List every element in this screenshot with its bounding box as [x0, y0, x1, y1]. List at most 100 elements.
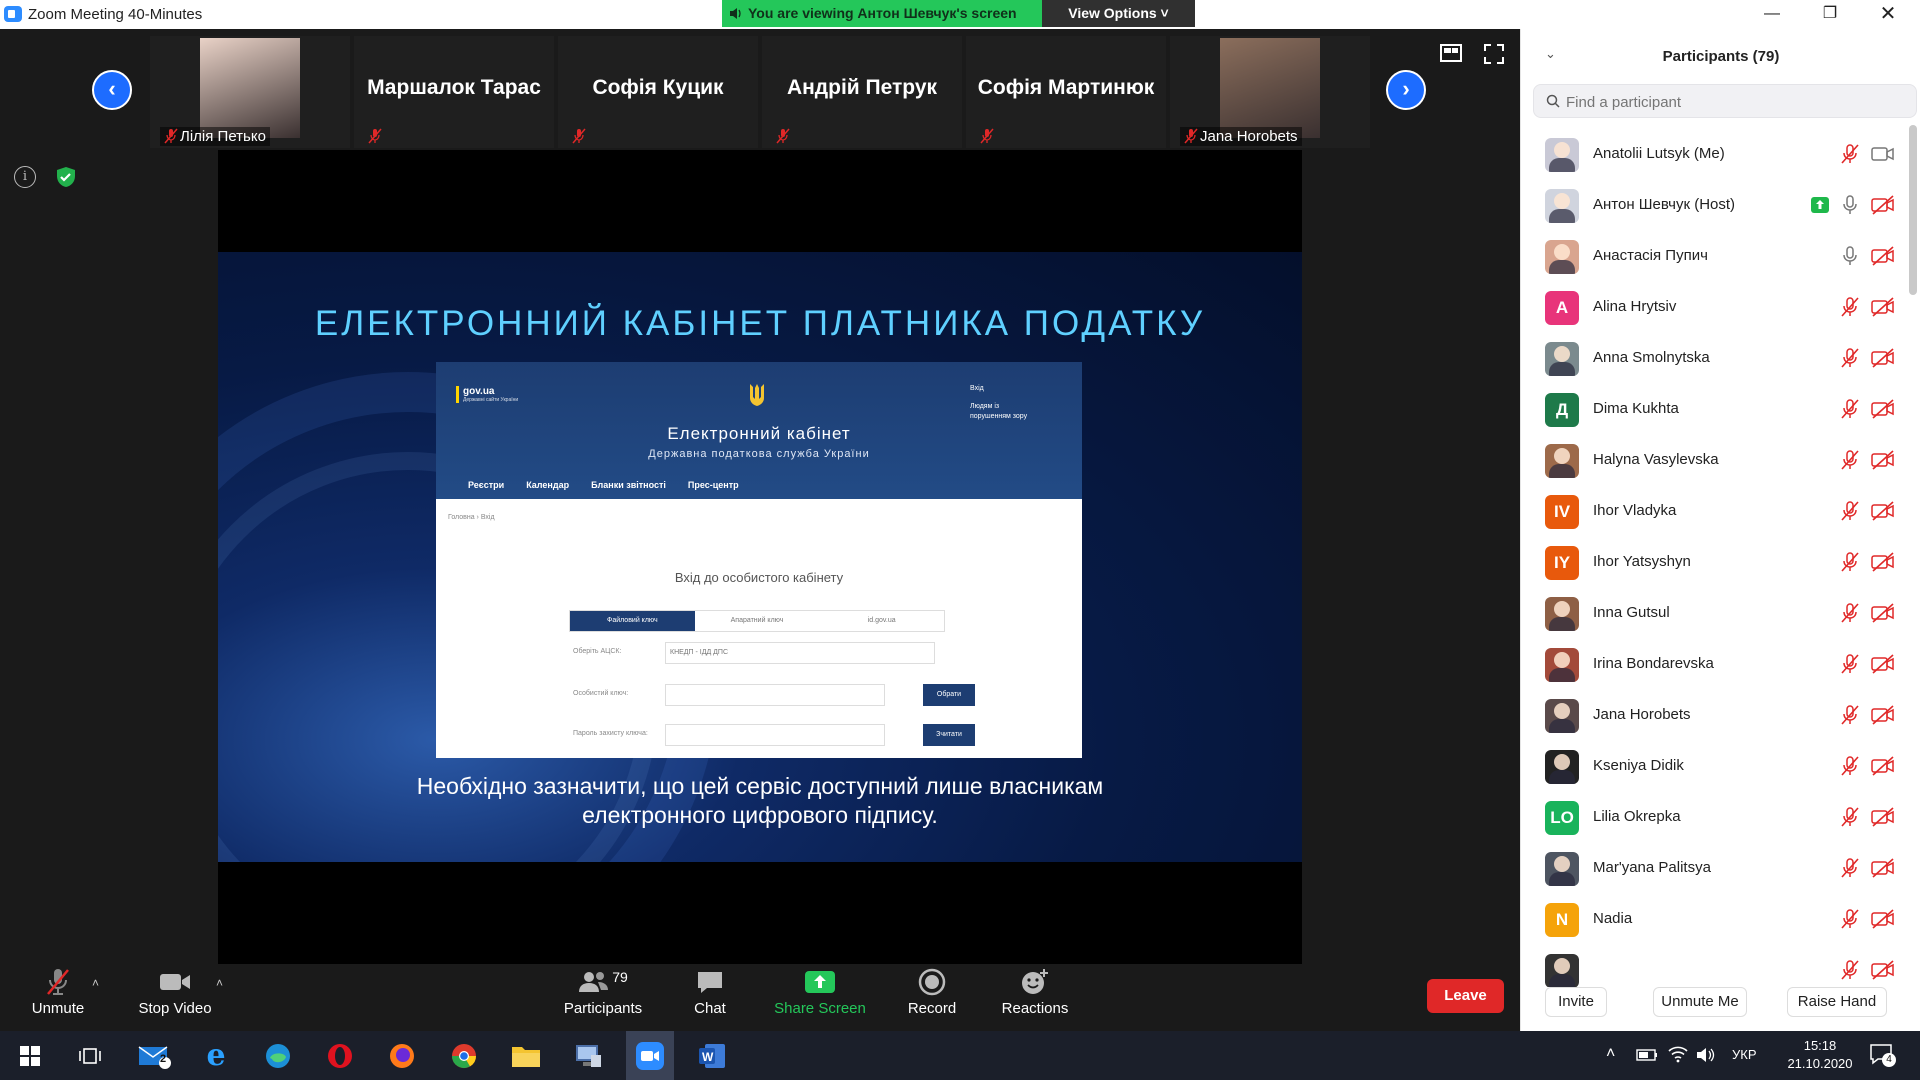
participant-row[interactable]: LO Lilia Okrepka: [1521, 792, 1911, 843]
close-button[interactable]: ✕: [1859, 0, 1917, 29]
gov-ua-logo: gov.ua Державні сайти України: [456, 386, 518, 403]
video-tile[interactable]: Jana Horobets: [1170, 36, 1370, 148]
stop-video-button[interactable]: Stop Video: [130, 966, 220, 1030]
participant-row[interactable]: IY Ihor Yatsyshyn: [1521, 537, 1911, 588]
participant-row[interactable]: Inna Gutsul: [1521, 588, 1911, 639]
unmute-me-button[interactable]: Unmute Me: [1653, 987, 1747, 1017]
participant-row[interactable]: A Alina Hrytsiv: [1521, 282, 1911, 333]
participant-row[interactable]: Halyna Vasylevska: [1521, 435, 1911, 486]
reactions-button[interactable]: Reactions: [990, 966, 1080, 1030]
participant-name: Kseniya Didik: [1593, 757, 1684, 774]
muted-mic-icon: [1839, 602, 1861, 624]
word-icon: W: [699, 1043, 725, 1068]
firefox-icon: [390, 1043, 414, 1068]
participant-search: [1533, 84, 1917, 118]
tile-name-label: Jana Horobets: [1180, 127, 1302, 146]
video-tile[interactable]: Софія Мартинюк: [966, 36, 1166, 148]
view-options-button[interactable]: View Options ˅: [1042, 0, 1195, 27]
gallery-next-button[interactable]: ›: [1386, 70, 1426, 110]
task-view-button[interactable]: [66, 1031, 114, 1080]
raise-hand-button[interactable]: Raise Hand: [1787, 987, 1887, 1017]
participant-row[interactable]: Anna Smolnytska: [1521, 333, 1911, 384]
participant-row[interactable]: Kseniya Didik: [1521, 741, 1911, 792]
trident-emblem-icon: [750, 384, 764, 406]
leave-button[interactable]: Leave: [1427, 979, 1504, 1013]
muted-mic-icon: [1839, 653, 1861, 675]
participant-avatar: [1545, 342, 1579, 376]
start-button[interactable]: [6, 1031, 54, 1080]
participant-row[interactable]: Irina Bondarevska: [1521, 639, 1911, 690]
video-tile[interactable]: Софія Куцик: [558, 36, 758, 148]
info-icon[interactable]: i: [14, 166, 36, 188]
gallery-prev-button[interactable]: ‹: [92, 70, 132, 110]
battery-icon[interactable]: [1636, 1048, 1658, 1062]
mail-app[interactable]: 2: [130, 1031, 178, 1080]
svg-text:W: W: [702, 1050, 714, 1064]
participant-row[interactable]: Анастасія Пупич: [1521, 231, 1911, 282]
muted-mic-icon: [47, 969, 69, 995]
chat-button[interactable]: Chat: [670, 966, 750, 1030]
muted-mic-icon: [1839, 398, 1861, 420]
participant-video: [1220, 38, 1320, 138]
restore-button[interactable]: ❐: [1801, 0, 1859, 29]
clock[interactable]: 15:18 21.10.2020: [1780, 1037, 1860, 1073]
wifi-icon[interactable]: [1668, 1045, 1688, 1063]
opera-app[interactable]: [316, 1031, 364, 1080]
unmute-button[interactable]: Unmute: [18, 966, 98, 1030]
language-indicator[interactable]: УКР: [1732, 1047, 1757, 1062]
video-off-icon: [1871, 959, 1895, 981]
windows-logo-icon: [20, 1045, 40, 1066]
participant-name: Nadia: [1593, 910, 1633, 927]
gallery-view-icon[interactable]: [1440, 44, 1462, 67]
tray-overflow-icon[interactable]: ˄: [1606, 1045, 1615, 1063]
participant-row[interactable]: IV Ihor Vladyka: [1521, 486, 1911, 537]
minimize-button[interactable]: —: [1743, 0, 1801, 29]
encryption-shield-icon[interactable]: [55, 166, 77, 188]
tile-name: Андрій Петрук: [786, 76, 938, 99]
video-tile[interactable]: Маршалок Тарас: [354, 36, 554, 148]
firefox-app[interactable]: [378, 1031, 426, 1080]
participant-row[interactable]: Антон Шевчук (Host): [1521, 180, 1911, 231]
notifications-button[interactable]: 4: [1870, 1043, 1896, 1068]
participant-name: Антон Шевчук (Host): [1593, 196, 1736, 213]
file-explorer-app[interactable]: [502, 1031, 550, 1080]
edge-app[interactable]: [254, 1031, 302, 1080]
participant-name: Lilia Okrepka: [1593, 808, 1681, 825]
video-tile[interactable]: Андрій Петрук: [762, 36, 962, 148]
record-button[interactable]: Record: [892, 966, 972, 1030]
participants-header: ⌄ Participants (79): [1521, 29, 1920, 85]
participant-avatar: [1545, 240, 1579, 274]
participants-count: 79: [612, 969, 628, 985]
word-app[interactable]: W: [688, 1031, 736, 1080]
muted-mic-icon: [1839, 806, 1861, 828]
volume-icon[interactable]: [1696, 1046, 1716, 1064]
audio-options-caret[interactable]: ˄: [92, 976, 99, 990]
zoom-app[interactable]: [626, 1031, 674, 1080]
participant-row[interactable]: Jana Horobets: [1521, 690, 1911, 741]
participant-row[interactable]: N Nadia: [1521, 894, 1911, 945]
search-input[interactable]: [1566, 89, 1906, 115]
site-login-title: Вхід до особистого кабінету: [674, 570, 844, 585]
participants-footer: Invite Unmute Me Raise Hand: [1521, 979, 1920, 1031]
participants-scrollbar[interactable]: [1909, 125, 1917, 295]
video-off-icon: [1871, 449, 1895, 471]
video-off-icon: [1871, 551, 1895, 573]
mic-icon: [1839, 245, 1861, 267]
share-screen-button[interactable]: Share Screen: [770, 966, 870, 1030]
fullscreen-icon[interactable]: [1484, 44, 1504, 69]
chrome-app[interactable]: [440, 1031, 488, 1080]
video-options-caret[interactable]: ˄: [216, 976, 223, 990]
invite-button[interactable]: Invite: [1545, 987, 1607, 1017]
folder-icon: [512, 1046, 540, 1067]
share-screen-icon: [805, 971, 835, 993]
window-title: Zoom Meeting 40-Minutes: [28, 6, 203, 23]
participant-row[interactable]: Mar'yana Palitsya: [1521, 843, 1911, 894]
video-off-icon: [1871, 500, 1895, 522]
participant-row[interactable]: Д Dima Kukhta: [1521, 384, 1911, 435]
remote-desktop-app[interactable]: [564, 1031, 612, 1080]
video-tile[interactable]: Лілія Петько: [150, 36, 350, 148]
internet-explorer-app[interactable]: e: [192, 1031, 240, 1080]
gallery-strip: Лілія Петько Маршалок Тарас Софія Куцик Анд…: [150, 36, 1370, 148]
participant-row[interactable]: Anatolii Lutsyk (Me): [1521, 129, 1911, 180]
participants-button[interactable]: 79 Participants: [558, 966, 648, 1030]
